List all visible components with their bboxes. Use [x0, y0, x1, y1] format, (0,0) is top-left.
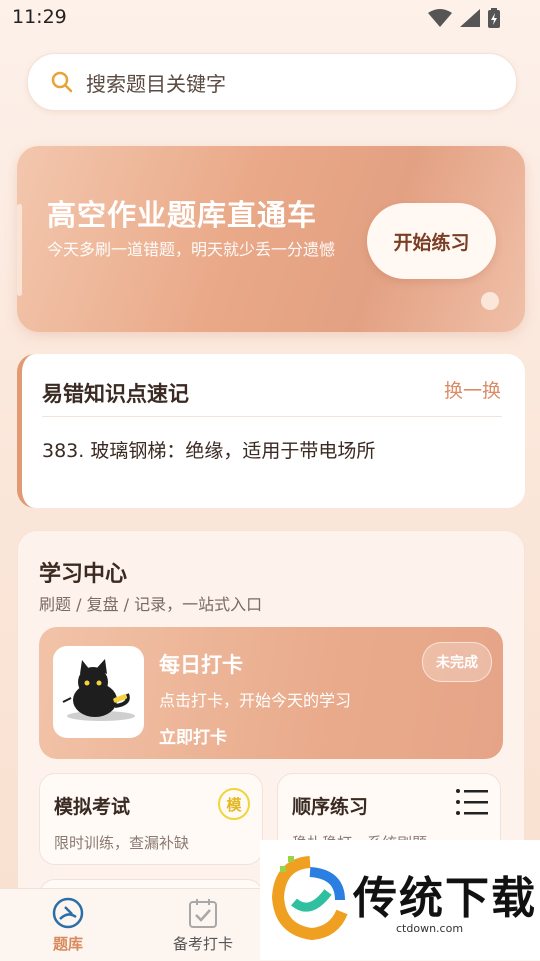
- start-practice-button[interactable]: 开始练习: [367, 203, 496, 279]
- knowledge-tips-card: 易错知识点速记 换一换 383. 玻璃钢梯：绝缘，适用于带电场所: [17, 354, 525, 508]
- wifi-icon: [428, 9, 452, 27]
- tip-content: 383. 玻璃钢梯：绝缘，适用于带电场所: [42, 440, 376, 462]
- nav-label-question-bank: 题库: [52, 935, 83, 953]
- list-icon: [456, 789, 488, 815]
- watermark-logo-icon: [271, 856, 348, 941]
- status-icons: [428, 8, 500, 28]
- hero-banner: 高空作业题库直通车 今天多刷一道错题，明天就少丢一分遗憾 开始练习: [17, 146, 525, 332]
- sequential-practice-title: 顺序练习: [292, 796, 369, 818]
- search-bar[interactable]: 搜索题目关键字: [27, 53, 517, 111]
- checkin-now-link[interactable]: 立即打卡: [159, 723, 227, 748]
- refresh-tip-button[interactable]: 换一换: [444, 376, 501, 403]
- banner-subtitle: 今天多刷一道错题，明天就少丢一分遗憾: [47, 240, 336, 259]
- watermark-text: 传统下载: [353, 873, 537, 924]
- tips-title: 易错知识点速记: [42, 382, 189, 406]
- mock-exam-subtitle: 限时训练，查漏补缺: [54, 834, 190, 852]
- banner-title: 高空作业题库直通车: [47, 198, 318, 232]
- mock-exam-icon: 模: [218, 788, 250, 820]
- nav-item-question-bank[interactable]: 题库: [8, 889, 128, 961]
- banner-dot: [481, 292, 499, 310]
- banner-edge-decoration: [17, 204, 22, 296]
- cat-icon: [62, 659, 135, 721]
- cat-illustration: [53, 646, 144, 738]
- battery-icon: [488, 8, 500, 28]
- mock-exam-card[interactable]: 模拟考试 限时训练，查漏补缺 模: [39, 773, 263, 865]
- status-bar: 11:29: [0, 0, 540, 36]
- checkin-title: 每日打卡: [159, 653, 243, 677]
- watermark-url: ctdown.com: [396, 922, 464, 935]
- search-icon: [51, 71, 73, 93]
- calendar-check-icon: [189, 899, 217, 928]
- mock-exam-title: 模拟考试: [54, 796, 131, 818]
- status-badge: 未完成: [422, 642, 492, 682]
- search-placeholder: 搜索题目关键字: [86, 72, 226, 96]
- nav-item-checkin[interactable]: 备考打卡: [143, 889, 263, 961]
- nav-label-checkin: 备考打卡: [172, 935, 233, 953]
- checkin-subtitle: 点击打卡，开始今天的学习: [159, 691, 352, 710]
- study-center-subtitle: 刷题 / 复盘 / 记录，一站式入口: [39, 595, 263, 614]
- watermark: 传统下载 ctdown.com: [260, 840, 540, 960]
- divider: [42, 416, 502, 417]
- status-time: 11:29: [12, 6, 67, 28]
- signal-icon: [460, 9, 480, 27]
- question-bank-icon: [52, 897, 84, 929]
- daily-checkin-card[interactable]: 每日打卡 点击打卡，开始今天的学习 立即打卡 未完成: [39, 627, 503, 759]
- study-center-title: 学习中心: [39, 562, 128, 587]
